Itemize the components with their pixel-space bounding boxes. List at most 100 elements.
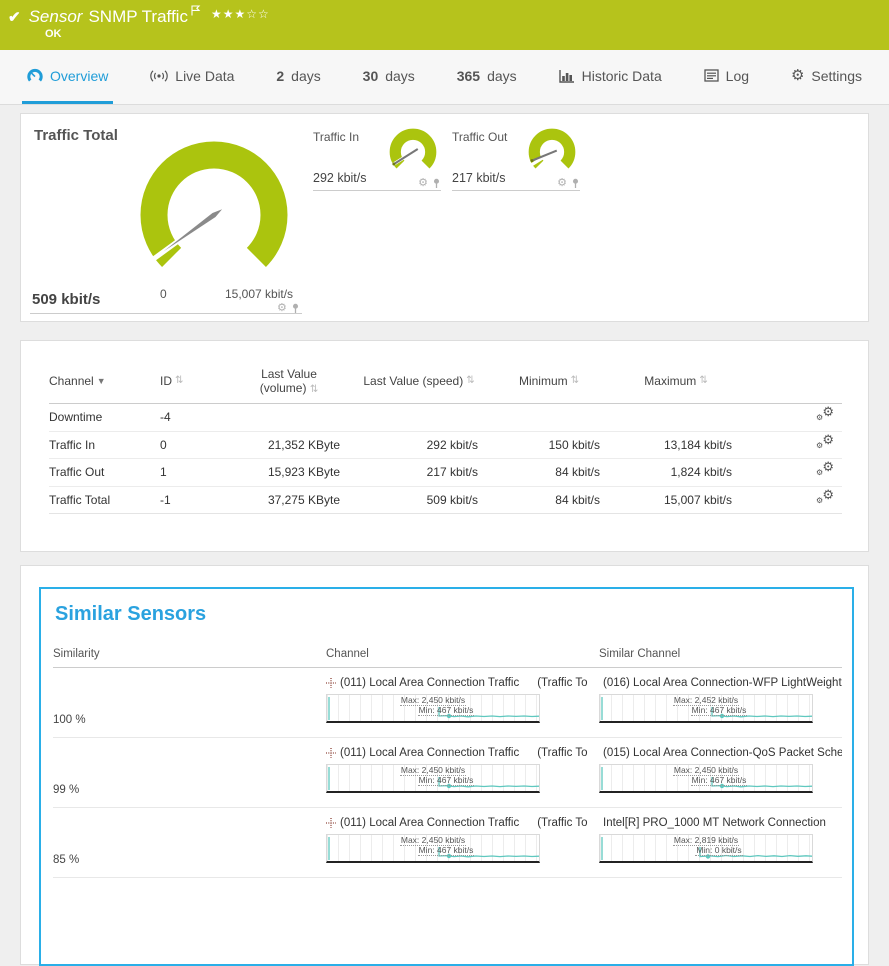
- move-channel-icon[interactable]: [326, 748, 336, 758]
- channel-minigraph[interactable]: Max: 2,450 kbit/s Min: 467 kbit/s: [326, 834, 540, 863]
- table-row-traffic-out: Traffic Out 1 15,923 KByte 217 kbit/s 84…: [49, 459, 842, 487]
- similar-sensors-title: Similar Sensors: [55, 603, 842, 626]
- similarity-value: 100 %: [53, 674, 326, 728]
- channel-cell: (011) Local Area Connection Traffic (Tra…: [326, 674, 599, 728]
- traffic-total-value: 509 kbit/s: [32, 291, 100, 308]
- sensor-header: ✔ Sensor SNMP Traffic ★★★☆☆ OK: [0, 0, 889, 50]
- channel-min: 150 kbit/s: [488, 432, 610, 460]
- tab-historic-data[interactable]: Historic Data: [554, 50, 667, 104]
- channel-minigraph[interactable]: Max: 2,819 kbit/s Min: 0 kbit/s: [599, 834, 813, 863]
- status-check-icon: ✔: [8, 8, 21, 26]
- tab-30-days-unit: days: [385, 68, 415, 84]
- broadcast-icon: [150, 69, 168, 83]
- table-row-traffic-total: Traffic Total -1 37,275 KByte 509 kbit/s…: [49, 487, 842, 515]
- tab-live-data[interactable]: Live Data: [145, 50, 239, 104]
- channel-settings-icon[interactable]: ⚙⚙: [816, 405, 834, 421]
- channel-link[interactable]: (011) Local Area Connection Traffic: [340, 677, 519, 689]
- channel-speed: 292 kbit/s: [350, 432, 488, 460]
- similar-channel-cell: (015) Local Area Connection-QoS Packet S…: [599, 744, 842, 798]
- minigraph-labels: Max: 2,452 kbit/s Min: 467 kbit/s: [600, 695, 812, 715]
- gauge-icon: [27, 68, 43, 84]
- tab-30-days[interactable]: 30 days: [358, 50, 420, 104]
- col-header-minimum[interactable]: Minimum ⇅: [488, 374, 610, 388]
- table-row-traffic-in: Traffic In 0 21,352 KByte 292 kbit/s 150…: [49, 432, 842, 460]
- tab-2-days[interactable]: 2 days: [271, 50, 325, 104]
- minigraph-labels: Max: 2,450 kbit/s Min: 467 kbit/s: [327, 695, 539, 715]
- channel-name: Downtime: [49, 404, 160, 432]
- pin-icon[interactable]: [432, 178, 441, 189]
- channel-max: 1,824 kbit/s: [610, 459, 742, 487]
- channel-minigraph[interactable]: Max: 2,450 kbit/s Min: 467 kbit/s: [599, 764, 813, 793]
- channel-minigraph[interactable]: Max: 2,452 kbit/s Min: 467 kbit/s: [599, 694, 813, 723]
- move-channel-icon[interactable]: [326, 678, 336, 688]
- channel-minigraph[interactable]: Max: 2,450 kbit/s Min: 467 kbit/s: [326, 764, 540, 793]
- col-header-id[interactable]: ID ⇅: [160, 374, 228, 388]
- channel-volume: 21,352 KByte: [228, 432, 350, 460]
- minigraph-min: Min: 467 kbit/s: [418, 705, 475, 716]
- channel-min: 84 kbit/s: [488, 487, 610, 515]
- minigraph-min: Min: 0 kbit/s: [695, 845, 742, 856]
- tab-365-days-number: 365: [457, 68, 480, 84]
- gear-icon: ⚙: [791, 68, 804, 83]
- stars-empty[interactable]: ☆☆: [246, 7, 270, 21]
- channel-table: Channel ▼ ID ⇅ Last Value (volume) ⇅ Las…: [49, 367, 842, 514]
- channel-min: 84 kbit/s: [488, 459, 610, 487]
- traffic-in-gauge: [385, 124, 441, 180]
- traffic-in-gauge-block: Traffic In 292 kbit/s ⚙: [313, 128, 441, 191]
- channel-speed: 509 kbit/s: [350, 487, 488, 515]
- similar-row: 100 % (011) Local Area Connection Traffi…: [53, 668, 842, 738]
- channel-minigraph[interactable]: Max: 2,450 kbit/s Min: 467 kbit/s: [326, 694, 540, 723]
- channel-max: 15,007 kbit/s: [610, 487, 742, 515]
- channel-settings-icon[interactable]: ⚙⚙: [816, 488, 834, 504]
- minigraph-labels: Max: 2,450 kbit/s Min: 467 kbit/s: [600, 765, 812, 785]
- pin-icon[interactable]: [571, 178, 580, 189]
- channel-id: 0: [160, 432, 228, 460]
- channel-link[interactable]: (011) Local Area Connection Traffic: [340, 747, 519, 759]
- gauges-panel: Traffic Total 509 kbit/s 0 15,007 kbit/s…: [20, 113, 869, 322]
- col-similar-channel-label: Similar Channel: [599, 648, 842, 660]
- traffic-total-gauge: [129, 130, 299, 300]
- channel-settings-icon[interactable]: ⚙⚙: [816, 460, 834, 476]
- col-header-last-value-speed[interactable]: Last Value (speed) ⇅: [350, 374, 488, 388]
- channel-link[interactable]: (011) Local Area Connection Traffic: [340, 817, 519, 829]
- sort-icon: ⇅: [466, 375, 474, 386]
- traffic-out-gauge-block: Traffic Out 217 kbit/s ⚙: [452, 128, 580, 191]
- similar-sensors-box: Similar Sensors Similarity Channel Simil…: [39, 587, 854, 966]
- traffic-out-value: 217 kbit/s: [452, 171, 506, 185]
- similarity-value: 85 %: [53, 814, 326, 868]
- col-channel-label: Channel: [326, 648, 599, 660]
- gauge-settings-gear-icon[interactable]: ⚙: [557, 178, 567, 189]
- sort-icon: ⇅: [699, 375, 707, 386]
- bar-chart-icon: [559, 69, 575, 83]
- traffic-out-gauge: [524, 124, 580, 180]
- sort-icon: ⇅: [571, 375, 579, 386]
- priority-flag-icon[interactable]: [191, 3, 201, 21]
- minigraph-labels: Max: 2,450 kbit/s Min: 467 kbit/s: [327, 765, 539, 785]
- col-header-last-value-volume[interactable]: Last Value (volume) ⇅: [228, 367, 350, 395]
- object-kind-label: Sensor: [29, 7, 83, 27]
- similar-table-header: Similarity Channel Similar Channel: [53, 648, 842, 668]
- move-channel-icon[interactable]: [326, 818, 336, 828]
- gauge-scale-max: 15,007 kbit/s: [225, 287, 293, 301]
- channel-link[interactable]: Intel[R] PRO_1000 MT Network Connection: [603, 817, 826, 829]
- channel-link[interactable]: (015) Local Area Connection-QoS Packet S…: [603, 747, 842, 759]
- priority-stars[interactable]: ★★★☆☆: [211, 7, 270, 21]
- col-id-label: ID: [160, 374, 172, 388]
- col-header-channel[interactable]: Channel ▼: [49, 374, 160, 388]
- col-min-label: Minimum: [519, 374, 568, 388]
- sort-icon: ⇅: [310, 384, 318, 395]
- col-max-label: Maximum: [644, 374, 696, 388]
- tab-overview-label: Overview: [50, 68, 108, 84]
- tab-log[interactable]: Log: [699, 50, 754, 104]
- tab-365-days-unit: days: [487, 68, 517, 84]
- channel-volume: 15,923 KByte: [228, 459, 350, 487]
- tab-settings[interactable]: ⚙ Settings: [786, 50, 867, 104]
- tab-overview[interactable]: Overview: [22, 50, 113, 104]
- channel-settings-icon[interactable]: ⚙⚙: [816, 433, 834, 449]
- col-header-maximum[interactable]: Maximum ⇅: [610, 374, 742, 388]
- channel-table-panel: Channel ▼ ID ⇅ Last Value (volume) ⇅ Las…: [20, 340, 869, 552]
- gauge-settings-gear-icon[interactable]: ⚙: [418, 178, 428, 189]
- tab-365-days[interactable]: 365 days: [452, 50, 522, 104]
- channel-link[interactable]: (016) Local Area Connection-WFP LightWei…: [603, 677, 842, 689]
- stars-filled[interactable]: ★★★: [211, 7, 246, 21]
